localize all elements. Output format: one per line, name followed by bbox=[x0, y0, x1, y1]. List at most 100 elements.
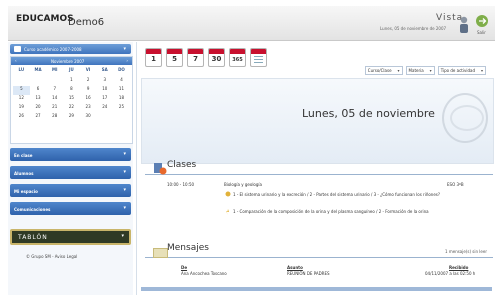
lesson-item[interactable]: 1 - Comparación de la composición de la … bbox=[233, 209, 448, 215]
calendar-weekdays: LU MA MI JU VI SA DO bbox=[13, 67, 130, 76]
column-header-subject[interactable]: Asunto bbox=[287, 265, 303, 270]
message-from[interactable]: Ana Ancochea Toscano bbox=[181, 271, 227, 276]
chevron-down-icon: ▾ bbox=[397, 68, 400, 73]
calendar-day[interactable]: 25 bbox=[113, 104, 130, 113]
sidebar-item-label: En clase bbox=[14, 153, 33, 158]
tablon-label: TABLÓN bbox=[18, 234, 48, 241]
column-header-from[interactable]: De bbox=[181, 265, 187, 270]
mail-icon bbox=[153, 248, 168, 258]
message-subject[interactable]: REUNIÓN DE PADRES bbox=[287, 271, 330, 276]
calendar-day[interactable] bbox=[96, 113, 113, 122]
calendar-day[interactable] bbox=[13, 77, 30, 86]
course-selector[interactable]: Curso académico 2007-2008 ▾ bbox=[10, 44, 131, 54]
calendar-day[interactable]: 20 bbox=[30, 104, 47, 113]
clases-title: Clases bbox=[167, 160, 197, 170]
exit-icon[interactable] bbox=[475, 14, 489, 28]
calendar-day[interactable]: 13 bbox=[30, 95, 47, 104]
lesson-item[interactable]: 1 - El sistema urinario y la excreción /… bbox=[233, 192, 448, 198]
sidebar-item-tablon[interactable]: TABLÓN ▾ bbox=[10, 229, 131, 245]
calendar-month: Noviembre 2007 bbox=[51, 59, 85, 64]
clases-icon bbox=[154, 163, 167, 175]
day-panel: Lunes, 05 de noviembre bbox=[141, 78, 494, 164]
list-view-button[interactable] bbox=[250, 48, 267, 67]
view-7-day-label: 7 bbox=[193, 55, 198, 63]
calendar-day[interactable]: 7 bbox=[46, 86, 63, 95]
view-365-day-button[interactable]: 365 bbox=[229, 48, 246, 67]
calendar-day[interactable]: 12 bbox=[13, 95, 30, 104]
view-7-day-button[interactable]: 7 bbox=[187, 48, 204, 67]
calendar-day[interactable]: 3 bbox=[96, 77, 113, 86]
calendar-view-toolbar: 1 5 7 30 365 bbox=[145, 48, 267, 68]
calendar-day[interactable]: 17 bbox=[96, 95, 113, 104]
sidebar-item-mi-espacio[interactable]: Mi espacio ▾ bbox=[10, 184, 131, 197]
calendar-day[interactable] bbox=[30, 77, 47, 86]
chevron-down-icon: ▾ bbox=[480, 68, 483, 73]
course-filter-select[interactable]: Curso/Clase ▾ bbox=[364, 66, 403, 75]
prev-month-icon[interactable]: ‹ bbox=[15, 58, 17, 63]
class-time: 10:00 - 10:50 bbox=[167, 182, 195, 187]
logo: EDUCAMOS bbox=[16, 14, 74, 24]
calendar-day[interactable] bbox=[113, 113, 130, 122]
calendar-day[interactable]: 15 bbox=[63, 95, 80, 104]
calendar-day[interactable]: 30 bbox=[80, 113, 97, 122]
sidebar-item-comunicaciones[interactable]: Comunicaciones ▾ bbox=[10, 202, 131, 215]
calendar-day[interactable]: 14 bbox=[46, 95, 63, 104]
calendar-day[interactable] bbox=[46, 77, 63, 86]
sidebar-item-en-clase[interactable]: En clase ▾ bbox=[10, 148, 131, 161]
calendar-day[interactable]: 29 bbox=[63, 113, 80, 122]
calendar-day[interactable]: 9 bbox=[80, 86, 97, 95]
weekday-label: MA bbox=[34, 67, 42, 72]
weekday-label: VI bbox=[85, 67, 91, 72]
calendar-day[interactable]: 22 bbox=[63, 104, 80, 113]
calendar-day-today[interactable]: 5 bbox=[13, 86, 30, 95]
calendar-week: 19 20 21 22 23 24 25 bbox=[13, 104, 130, 113]
exit-label[interactable]: Salir bbox=[477, 30, 486, 35]
view-365-day-label: 365 bbox=[232, 57, 243, 63]
list-icon bbox=[254, 56, 263, 64]
calendar-day[interactable]: 2 bbox=[80, 77, 97, 86]
lesson-icon bbox=[225, 191, 231, 197]
calendar-day[interactable]: 1 bbox=[63, 77, 80, 86]
course-label: Curso académico 2007-2008 bbox=[24, 47, 82, 52]
chevron-down-icon: ▾ bbox=[123, 169, 126, 175]
filters-bar: Curso/Clase ▾ Materia ▾ Tipo de activida… bbox=[364, 66, 486, 75]
calendar-day[interactable]: 19 bbox=[13, 104, 30, 113]
next-month-icon[interactable]: › bbox=[126, 58, 128, 63]
calendar-day[interactable]: 24 bbox=[96, 104, 113, 113]
activity-type-filter-select[interactable]: Tipo de actividad ▾ bbox=[437, 66, 486, 75]
chevron-down-icon: ▾ bbox=[121, 233, 124, 239]
header-date: Lunes, 05 de noviembre de 2007 bbox=[380, 26, 447, 31]
user-icon[interactable] bbox=[458, 16, 470, 34]
message-received: 04/11/2007 a las 02:50 h bbox=[425, 271, 476, 276]
calendar-day[interactable]: 18 bbox=[113, 95, 130, 104]
unread-count[interactable]: 1 mensaje(s) sin leer bbox=[445, 249, 487, 254]
column-header-received[interactable]: Recibido bbox=[449, 265, 468, 270]
sidebar-item-alumnos[interactable]: Alumnos ▾ bbox=[10, 166, 131, 179]
calendar-day[interactable]: 6 bbox=[30, 86, 47, 95]
sidebar: Curso académico 2007-2008 ▾ ‹ Noviembre … bbox=[8, 42, 133, 295]
calendar-day[interactable]: 4 bbox=[113, 77, 130, 86]
chevron-down-icon: ▾ bbox=[429, 68, 432, 73]
calendar-day[interactable]: 8 bbox=[63, 86, 80, 95]
calendar-day[interactable]: 11 bbox=[113, 86, 130, 95]
subject-filter-select[interactable]: Materia ▾ bbox=[405, 66, 435, 75]
copyright-link[interactable]: © Grupo SM - Aviso Legal bbox=[26, 254, 77, 259]
calendar-day[interactable]: 23 bbox=[80, 104, 97, 113]
view-5-day-button[interactable]: 5 bbox=[166, 48, 183, 67]
calendar-week: 26 27 28 29 30 bbox=[13, 113, 130, 122]
calendar-header: ‹ Noviembre 2007 › bbox=[11, 57, 132, 65]
calendar-week: 12 13 14 15 16 17 18 bbox=[13, 95, 130, 104]
clases-section-header: Clases bbox=[145, 160, 493, 175]
activity-icon bbox=[226, 209, 229, 215]
class-subject[interactable]: Biología y geología bbox=[224, 182, 262, 187]
weekday-label: MI bbox=[51, 67, 58, 72]
calendar-day[interactable]: 28 bbox=[46, 113, 63, 122]
calendar-day[interactable]: 10 bbox=[96, 86, 113, 95]
weekday-label: JU bbox=[69, 67, 74, 72]
calendar-day[interactable]: 27 bbox=[30, 113, 47, 122]
view-1-day-button[interactable]: 1 bbox=[145, 48, 162, 67]
calendar-day[interactable]: 21 bbox=[46, 104, 63, 113]
calendar-day[interactable]: 26 bbox=[13, 113, 30, 122]
view-30-day-button[interactable]: 30 bbox=[208, 48, 225, 67]
calendar-day[interactable]: 16 bbox=[80, 95, 97, 104]
